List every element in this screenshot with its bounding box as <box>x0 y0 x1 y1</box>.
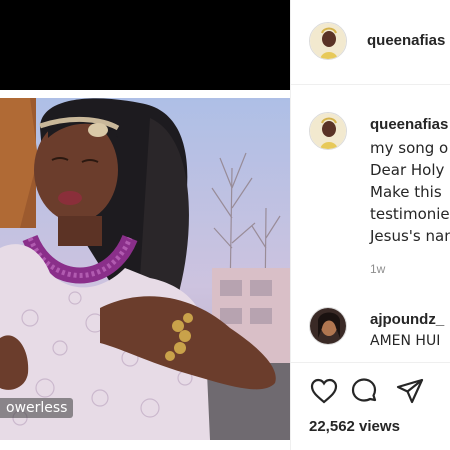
header-author-username[interactable]: queenafias <box>367 32 445 49</box>
share-button[interactable] <box>395 376 425 406</box>
actions-divider <box>291 362 450 363</box>
header-divider <box>291 84 450 85</box>
caption-line: Jesus's nan <box>370 227 450 245</box>
post-side-panel: queenafias queenafias my song o Dear Hol… <box>291 0 450 450</box>
post-media[interactable]: owerless <box>0 0 290 450</box>
caption-line: Make this <box>370 183 442 201</box>
comment-text: AMEN HUI <box>370 333 441 349</box>
caption-author-username[interactable]: queenafias <box>370 116 448 133</box>
comment-author-username[interactable]: ajpoundz_ <box>370 311 444 328</box>
video-still <box>0 98 290 440</box>
commenter-avatar[interactable] <box>309 307 347 345</box>
caption-line: Dear Holy <box>370 161 445 179</box>
caption-author-avatar[interactable] <box>309 112 347 150</box>
view-count[interactable]: 22,562 views <box>309 418 400 435</box>
like-button[interactable] <box>309 376 339 406</box>
commenter-avatar-image <box>310 308 346 344</box>
caption-line: testimonie <box>370 205 450 223</box>
media-letterbox-top <box>0 0 290 90</box>
video-subtitle-text: owerless <box>0 398 74 418</box>
video-frame[interactable]: owerless <box>0 98 290 440</box>
author-avatar-image <box>310 23 346 59</box>
heart-icon <box>310 378 338 404</box>
post-timestamp[interactable]: 1w <box>370 262 385 276</box>
caption-line: my song o <box>370 139 449 157</box>
comment-button[interactable] <box>349 376 379 406</box>
caption-avatar-image <box>310 113 346 149</box>
paper-plane-icon <box>396 378 424 404</box>
author-avatar[interactable] <box>309 22 347 60</box>
comment-icon <box>351 378 377 402</box>
